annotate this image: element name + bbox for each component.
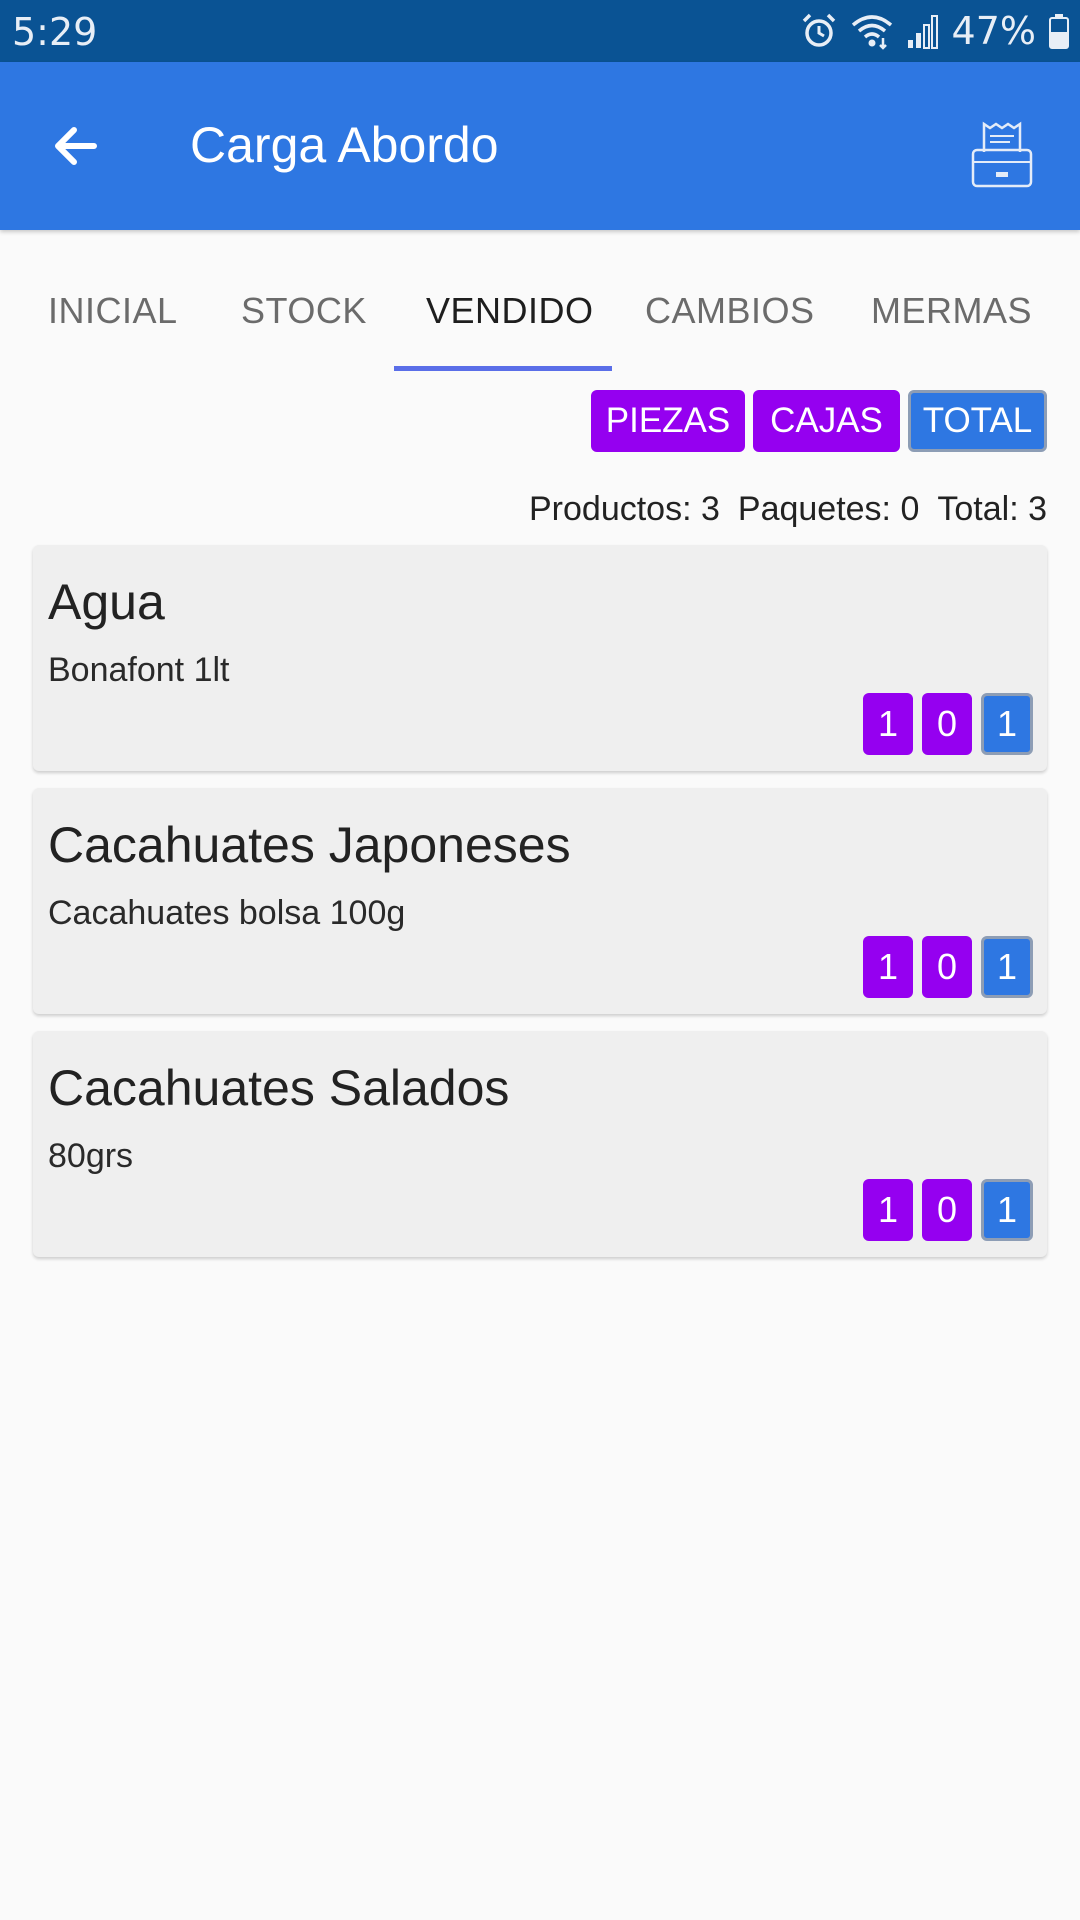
cajas-toggle-button[interactable]: CAJAS bbox=[753, 390, 900, 452]
printer-icon bbox=[971, 121, 1033, 188]
total-toggle-button[interactable]: TOTAL bbox=[908, 390, 1047, 452]
product-description: 80grs bbox=[48, 1137, 134, 1175]
cajas-count-chip: 0 bbox=[922, 1179, 972, 1241]
product-card[interactable]: Cacahuates Japoneses Cacahuates bolsa 10… bbox=[33, 788, 1047, 1014]
total-count-chip: 1 bbox=[981, 936, 1033, 998]
page-title: Carga Abordo bbox=[190, 117, 499, 173]
tab-bar: INICIAL STOCK VENDIDO CAMBIOS MERMAS bbox=[0, 230, 1080, 372]
tab-inicial[interactable]: INICIAL bbox=[48, 290, 178, 332]
piezas-count-chip: 1 bbox=[863, 693, 913, 755]
total-count-chip: 1 bbox=[981, 1179, 1033, 1241]
product-card[interactable]: Agua Bonafont 1lt 1 0 1 bbox=[33, 545, 1047, 771]
status-bar: 5:29 47% bbox=[0, 0, 1080, 62]
wifi-icon bbox=[851, 15, 892, 50]
product-name: Cacahuates Japoneses bbox=[48, 817, 571, 873]
product-description: Bonafont 1lt bbox=[48, 651, 230, 689]
signal-icon bbox=[907, 15, 938, 49]
summary-line: Productos: 3 Paquetes: 0 Total: 3 bbox=[529, 490, 1047, 529]
total-count-chip: 1 bbox=[981, 693, 1033, 755]
tab-indicator bbox=[394, 366, 612, 371]
tab-stock[interactable]: STOCK bbox=[241, 290, 367, 332]
arrow-left-icon bbox=[55, 127, 97, 165]
cajas-count-chip: 0 bbox=[922, 693, 972, 755]
back-button[interactable] bbox=[36, 106, 116, 186]
product-description: Cacahuates bolsa 100g bbox=[48, 894, 406, 932]
tab-vendido[interactable]: VENDIDO bbox=[426, 290, 594, 332]
print-button[interactable] bbox=[970, 120, 1034, 192]
summary-productos: Productos: 3 bbox=[529, 490, 720, 528]
product-name: Cacahuates Salados bbox=[48, 1060, 510, 1116]
piezas-count-chip: 1 bbox=[863, 1179, 913, 1241]
app-bar: Carga Abordo bbox=[0, 62, 1080, 230]
piezas-count-chip: 1 bbox=[863, 936, 913, 998]
tab-cambios[interactable]: CAMBIOS bbox=[645, 290, 815, 332]
cajas-count-chip: 0 bbox=[922, 936, 972, 998]
product-name: Agua bbox=[48, 574, 165, 630]
battery-icon bbox=[1049, 14, 1069, 49]
tab-mermas[interactable]: MERMAS bbox=[871, 290, 1032, 332]
summary-paquetes: Paquetes: 0 bbox=[737, 490, 920, 528]
battery-percent: 47% bbox=[951, 9, 1036, 53]
status-icons: 47% bbox=[800, 8, 1070, 54]
alarm-icon bbox=[802, 13, 835, 47]
status-time: 5:29 bbox=[12, 10, 98, 54]
product-card[interactable]: Cacahuates Salados 80grs 1 0 1 bbox=[33, 1031, 1047, 1257]
piezas-toggle-button[interactable]: PIEZAS bbox=[591, 390, 745, 452]
summary-total: Total: 3 bbox=[937, 490, 1047, 528]
